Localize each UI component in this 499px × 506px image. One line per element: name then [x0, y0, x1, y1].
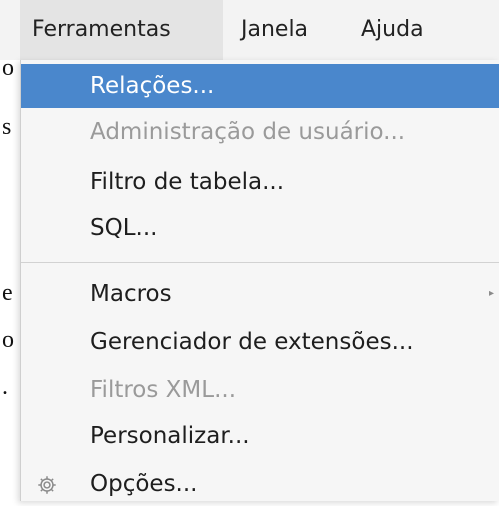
menu-item-opcoes[interactable]: Opções... [21, 462, 499, 506]
tools-dropdown-menu: Relações... Administração de usuário... … [20, 60, 499, 501]
menu-item-administracao-usuario[interactable]: Administração de usuário... [21, 110, 499, 154]
menubar-item-janela[interactable]: Janela [229, 0, 320, 60]
menubar-item-ajuda[interactable]: Ajuda [349, 0, 436, 60]
menubar: Ferramentas Janela Ajuda [0, 0, 499, 60]
gear-icon [38, 476, 56, 494]
menu-item-filtros-xml[interactable]: Filtros XML... [21, 368, 499, 412]
menu-item-filtro-tabela[interactable]: Filtro de tabela... [21, 160, 499, 204]
menu-item-gerenciador-extensoes[interactable]: Gerenciador de extensões... [21, 320, 499, 364]
submenu-arrow-icon: ▸ [488, 288, 494, 299]
menu-item-relacoes[interactable]: Relações... [21, 64, 499, 108]
menu-item-personalizar[interactable]: Personalizar... [21, 414, 499, 458]
menubar-item-ferramentas[interactable]: Ferramentas [20, 0, 223, 60]
menu-separator [21, 262, 499, 263]
menu-item-macros-label: Macros [90, 281, 172, 307]
menu-item-opcoes-label: Opções... [90, 471, 198, 497]
menu-item-macros[interactable]: Macros ▸ [21, 272, 499, 316]
menu-item-sql[interactable]: SQL... [21, 206, 499, 250]
